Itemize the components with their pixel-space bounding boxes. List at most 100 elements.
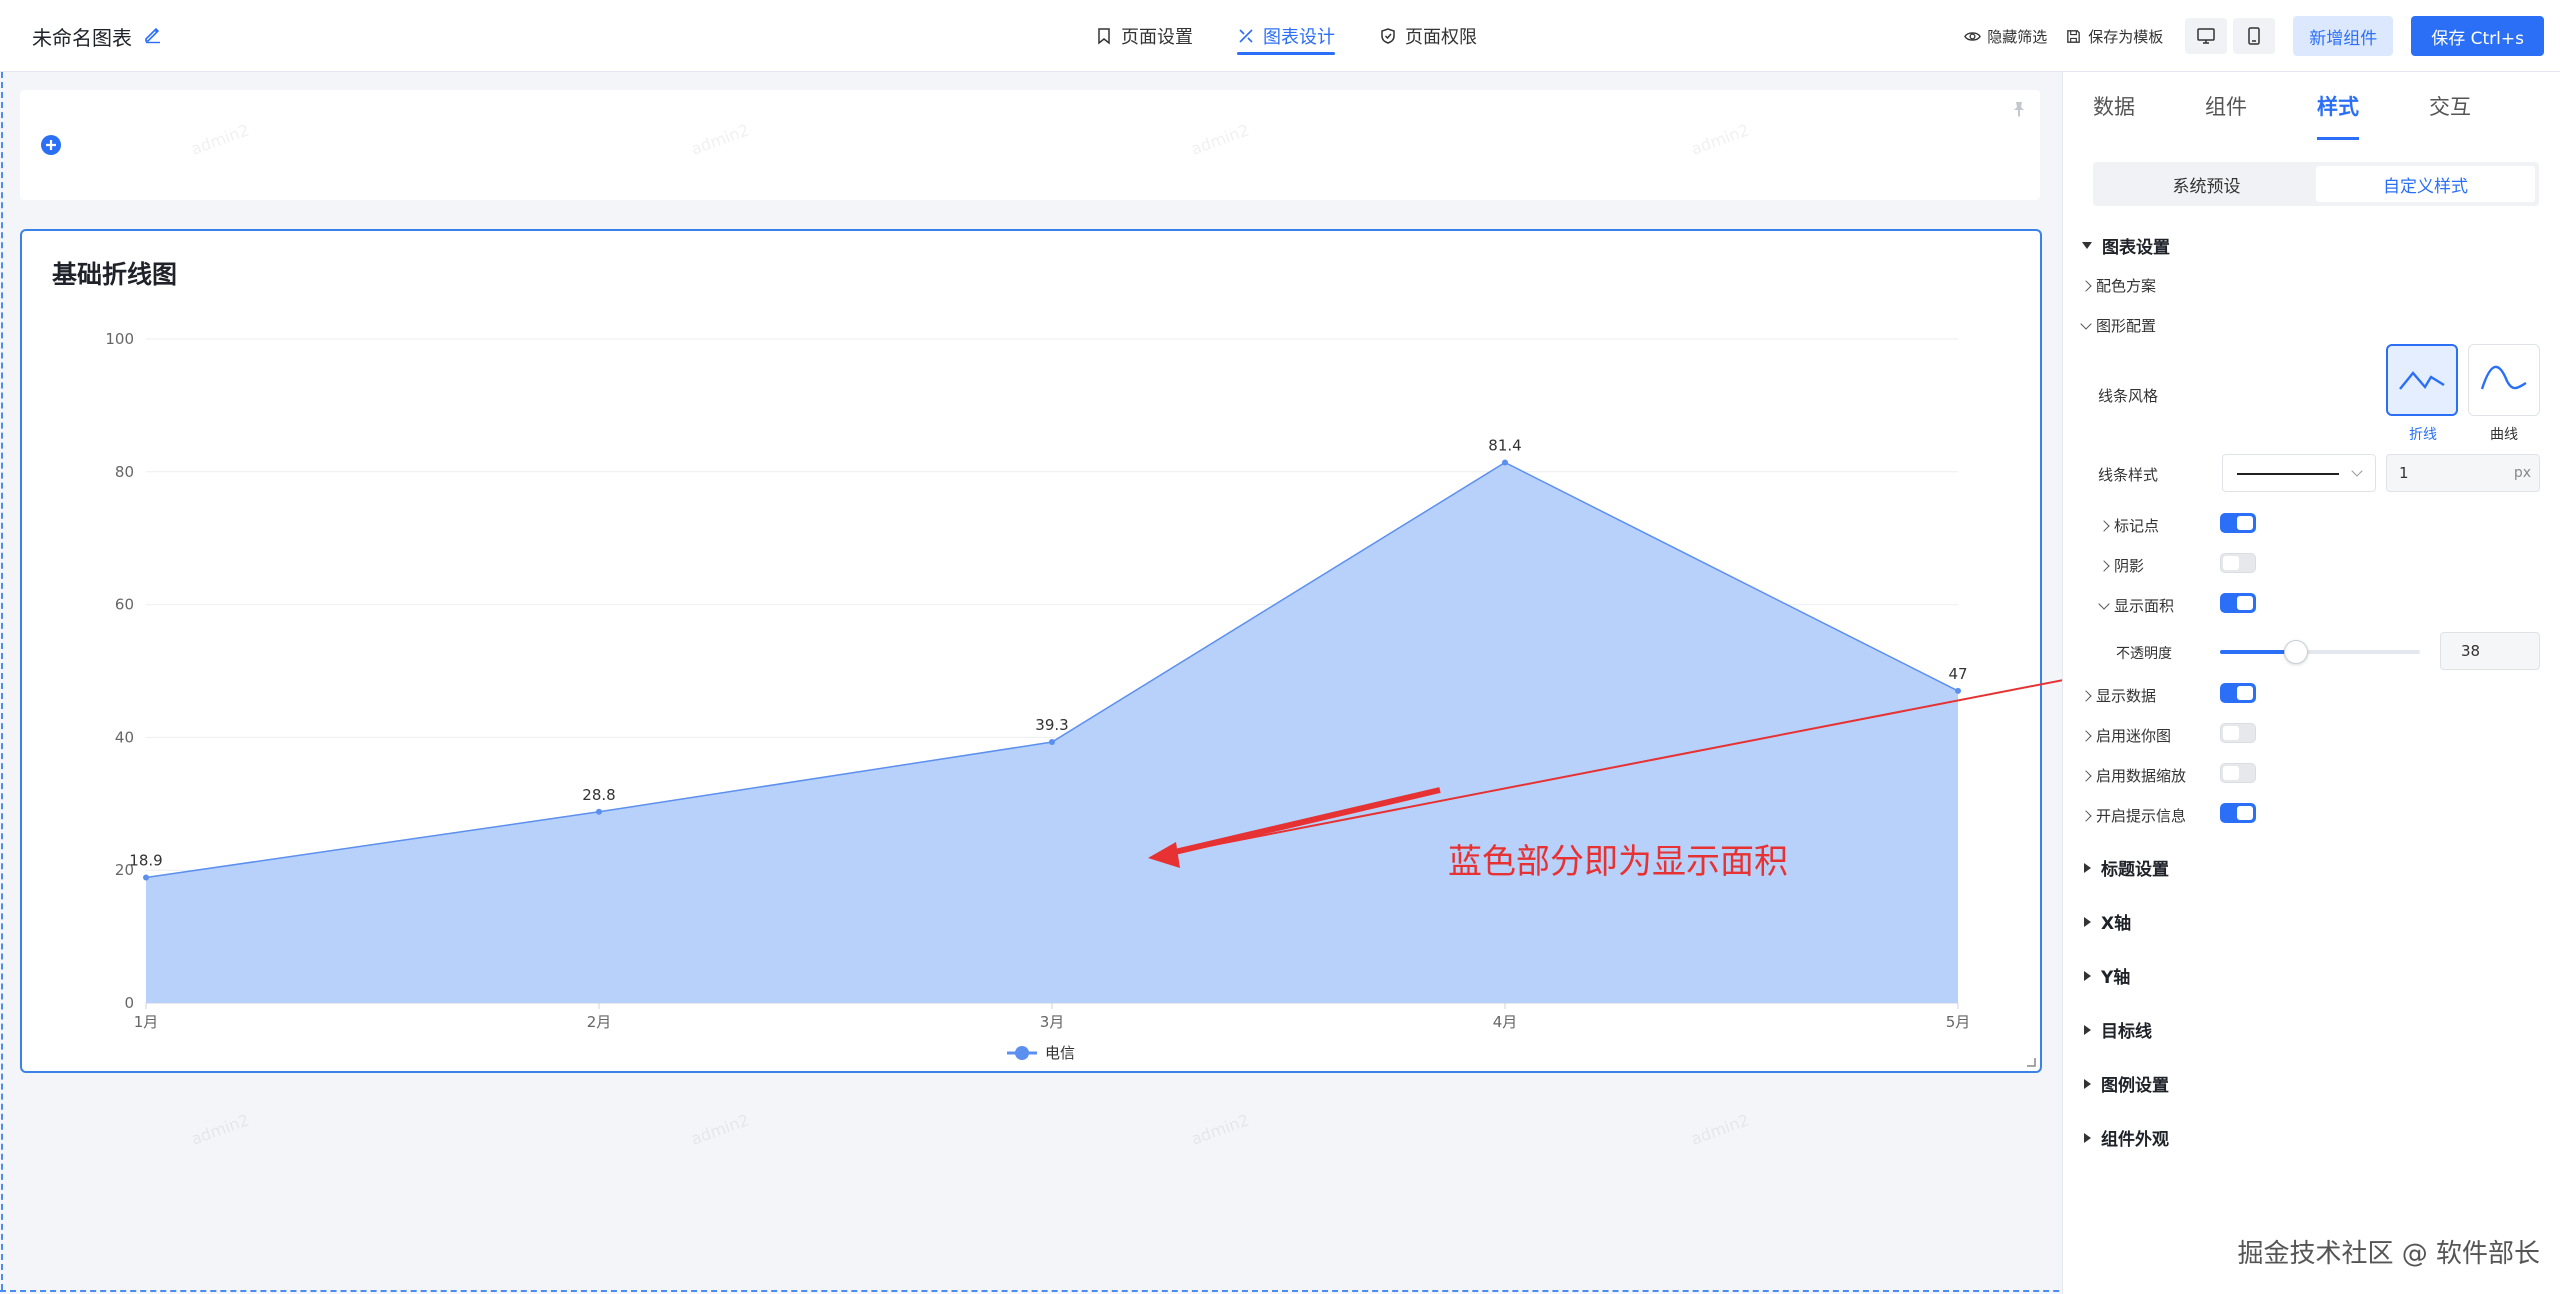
- x-tick-label: 2月: [587, 1013, 612, 1031]
- color-scheme-label: 配色方案: [2096, 277, 2157, 295]
- tooltip-toggle-row[interactable]: 开启提示信息: [2080, 805, 2187, 826]
- shape-config-toggle[interactable]: 图形配置: [2080, 315, 2156, 336]
- x-tick-label: 3月: [1040, 1013, 1065, 1031]
- section-label: 图例设置: [2101, 1076, 2169, 1096]
- save-button[interactable]: 保存 Ctrl+s: [2411, 16, 2544, 56]
- y-tick-label: 0: [124, 994, 134, 1012]
- segment-system-preset[interactable]: 系统预设: [2097, 166, 2316, 202]
- desktop-view-button[interactable]: [2185, 18, 2228, 54]
- tab-chart-design[interactable]: 图表设计: [1237, 0, 1335, 72]
- section-y-axis[interactable]: Y轴: [2084, 963, 2130, 988]
- data-label: 28.8: [582, 786, 615, 804]
- save-template-button[interactable]: 保存为模板: [2065, 26, 2163, 47]
- add-filter-icon[interactable]: [40, 134, 62, 156]
- panel-tabs: 数据 组件 样式 交互: [2063, 72, 2560, 140]
- opacity-slider-knob[interactable]: [2284, 640, 2308, 664]
- line-chart: 0204060801001月 2月 3月 4月 5月18.928.839.381.447…: [105, 330, 1970, 1062]
- section-component-appearance[interactable]: 组件外观: [2084, 1125, 2169, 1150]
- data-point: [596, 808, 602, 815]
- section-label: 图表设置: [2102, 238, 2170, 258]
- tab-label: 页面设置: [1121, 27, 1193, 48]
- chevron-right-icon: [2080, 689, 2092, 702]
- chevron-down-icon: [2351, 465, 2363, 477]
- data-zoom-toggle-row[interactable]: 启用数据缩放: [2080, 765, 2187, 786]
- tab-page-settings[interactable]: 页面设置: [1095, 0, 1193, 72]
- marker-toggle-row[interactable]: 标记点: [2098, 515, 2159, 536]
- bookmark-icon: [1098, 28, 1110, 45]
- opacity-slider[interactable]: [2220, 640, 2420, 664]
- show-data-switch[interactable]: [2220, 683, 2256, 703]
- mobile-view-button[interactable]: [2233, 18, 2276, 54]
- site-watermark: 掘金技术社区 @ 软件部长: [2237, 1239, 2540, 1269]
- section-title-settings[interactable]: 标题设置: [2084, 855, 2169, 880]
- caret-right-icon: [2084, 916, 2091, 927]
- tab-page-permission[interactable]: 页面权限: [1379, 0, 1477, 72]
- tab-label: 页面权限: [1405, 27, 1477, 48]
- document-title: 未命名图表: [32, 26, 132, 50]
- chevron-down-icon: [2080, 317, 2092, 330]
- show-area-toggle-row[interactable]: 显示面积: [2098, 595, 2174, 616]
- data-label: 81.4: [1488, 437, 1521, 455]
- section-target-line[interactable]: 目标线: [2084, 1017, 2152, 1042]
- caret-right-icon: [2084, 1078, 2091, 1089]
- phone-icon: [2248, 27, 2260, 45]
- floppy-icon: [2067, 29, 2081, 43]
- polyline-icon: [2399, 371, 2445, 390]
- edit-icon[interactable]: [143, 24, 163, 44]
- shadow-label: 阴影: [2114, 557, 2145, 575]
- mini-chart-toggle-row[interactable]: 启用迷你图: [2080, 725, 2171, 746]
- hide-filter-button[interactable]: 隐藏筛选: [1964, 26, 2047, 47]
- bg-watermark: admin2: [688, 1110, 752, 1149]
- opacity-input[interactable]: 38: [2440, 632, 2540, 670]
- curve-style-option[interactable]: [2468, 344, 2540, 416]
- polyline-caption: 折线: [2409, 427, 2437, 443]
- section-x-axis[interactable]: X轴: [2084, 909, 2131, 934]
- eye-icon: [1964, 31, 1982, 41]
- bg-watermark: admin2: [188, 1110, 252, 1149]
- tab-component[interactable]: 组件: [2205, 72, 2247, 140]
- segment-custom-style[interactable]: 自定义样式: [2316, 166, 2535, 202]
- section-label: 组件外观: [2101, 1130, 2169, 1150]
- pin-icon[interactable]: [2010, 100, 2028, 118]
- legend-marker: [1015, 1046, 1029, 1060]
- y-tick-label: 100: [105, 330, 134, 348]
- section-chart-settings[interactable]: 图表设置: [2082, 233, 2170, 258]
- add-component-button[interactable]: 新增组件: [2293, 16, 2394, 56]
- polyline-style-option[interactable]: [2386, 344, 2458, 416]
- show-data-toggle-row[interactable]: 显示数据: [2080, 685, 2157, 706]
- tab-interaction[interactable]: 交互: [2429, 72, 2471, 140]
- section-label: X轴: [2101, 914, 2132, 934]
- tab-data[interactable]: 数据: [2093, 72, 2135, 140]
- data-zoom-label: 启用数据缩放: [2096, 767, 2187, 785]
- tooltip-switch[interactable]: [2220, 803, 2256, 823]
- chart-card[interactable]: 基础折线图 0 20 40 60 80 100 1月 2月 3月 4月 5月 18.9 28.8 39.3…: [20, 229, 2042, 1073]
- chevron-right-icon: [2098, 559, 2110, 572]
- bg-watermark: admin2: [1188, 1110, 1252, 1149]
- header-actions: 隐藏筛选 保存为模板 新增组件 保存 Ctrl+s: [1964, 16, 2544, 56]
- data-point: [143, 874, 149, 881]
- line-width-unit: px: [2513, 465, 2531, 481]
- line-style-label: 线条风格: [2098, 387, 2159, 405]
- mini-chart-switch[interactable]: [2220, 723, 2256, 743]
- tab-style[interactable]: 样式: [2317, 72, 2359, 140]
- save-template-label: 保存为模板: [2088, 27, 2164, 46]
- section-legend-settings[interactable]: 图例设置: [2084, 1071, 2169, 1096]
- show-area-switch[interactable]: [2220, 593, 2256, 613]
- top-bar: 未命名图表 页面设置 图表设计 页面权限 隐藏筛选 保存为模板 新增组件 保存 …: [0, 0, 2560, 72]
- data-zoom-switch[interactable]: [2220, 763, 2256, 783]
- color-scheme-toggle[interactable]: 配色方案: [2080, 275, 2157, 296]
- data-label: 18.9: [129, 852, 162, 870]
- chevron-right-icon: [2080, 809, 2092, 822]
- marker-switch[interactable]: [2220, 513, 2256, 533]
- show-data-label: 显示数据: [2096, 687, 2157, 705]
- line-width-input[interactable]: 1 px: [2386, 454, 2540, 492]
- data-label: 47: [1948, 665, 1967, 683]
- y-tick-label: 60: [115, 596, 134, 614]
- shadow-toggle-row[interactable]: 阴影: [2098, 555, 2145, 576]
- shadow-switch[interactable]: [2220, 553, 2256, 573]
- solid-line-preview: [2237, 473, 2339, 475]
- line-type-select[interactable]: [2222, 454, 2376, 492]
- tooltip-label: 开启提示信息: [2096, 807, 2187, 825]
- resize-handle-icon[interactable]: [2024, 1055, 2036, 1067]
- annotation-text: 蓝色部分即为显示面积: [1448, 842, 1788, 882]
